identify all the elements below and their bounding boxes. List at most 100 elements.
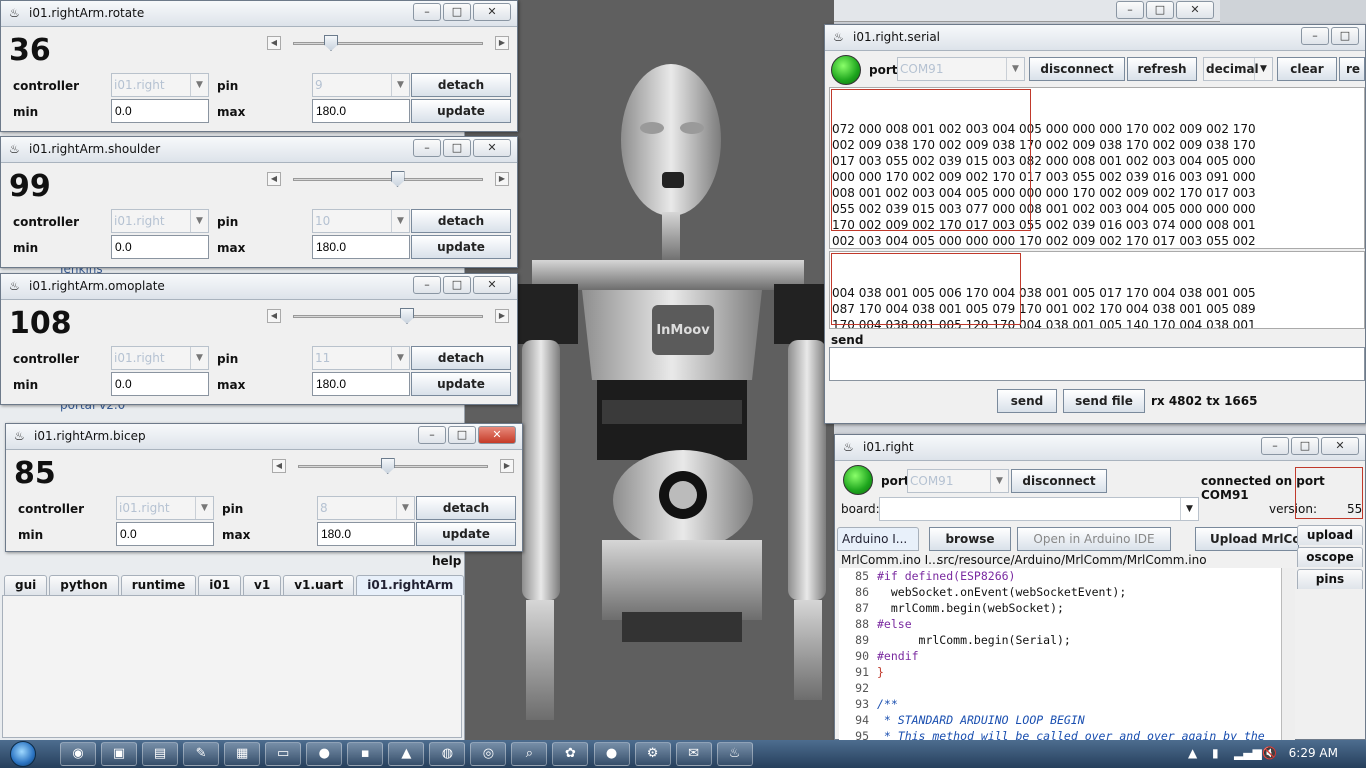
outlook-icon[interactable]: ✉ [675, 742, 712, 766]
detach-button[interactable]: detach [416, 496, 516, 520]
tab-upload[interactable]: upload [1297, 525, 1363, 545]
pin-select[interactable]: 9 ▼ [312, 73, 410, 97]
controller-select[interactable]: i01.right ▼ [111, 73, 209, 97]
minimize-icon[interactable]: – [1261, 437, 1289, 455]
tab-arduino[interactable]: Arduino I... [837, 527, 919, 551]
battery-icon[interactable]: ▮ [1212, 746, 1219, 760]
servo-position-slider[interactable]: ◀ ▶ [267, 34, 509, 52]
servo-position-slider[interactable]: ◀ ▶ [272, 457, 514, 475]
tab-i01[interactable]: i01 [198, 575, 242, 595]
max-input[interactable] [312, 372, 410, 396]
globe-icon[interactable]: ◍ [429, 742, 466, 766]
pin-select[interactable]: 11 ▼ [312, 346, 410, 370]
tab-gui[interactable]: gui [4, 575, 48, 595]
servo-window-titlebar[interactable]: ♨ i01.rightArm.rotate – □ ✕ [1, 1, 517, 27]
tab-v1[interactable]: v1 [243, 575, 282, 595]
update-button[interactable]: update [411, 99, 511, 123]
servo-position-slider[interactable]: ◀ ▶ [267, 307, 509, 325]
open-arduino-ide-button[interactable]: Open in Arduino IDE [1017, 527, 1171, 551]
port-select[interactable]: COM91 ▼ [897, 57, 1025, 81]
servo-window-titlebar[interactable]: ♨ i01.rightArm.omoplate – □ ✕ [1, 274, 517, 300]
tx-data-area[interactable]: 004 038 001 005 006 170 004 038 001 005 … [829, 251, 1365, 329]
slider-thumb[interactable] [380, 458, 395, 474]
min-input[interactable] [111, 372, 209, 396]
close-icon[interactable]: ✕ [478, 426, 516, 444]
servo-position-slider[interactable]: ◀ ▶ [267, 170, 509, 188]
gear-icon[interactable]: ⚙ [634, 742, 671, 766]
clear-button[interactable]: clear [1277, 57, 1337, 81]
disconnect-button[interactable]: disconnect [1011, 469, 1107, 493]
send-button[interactable]: send [997, 389, 1057, 413]
max-input[interactable] [312, 235, 410, 259]
terminal-icon[interactable]: ▦ [224, 742, 261, 766]
max-input[interactable] [312, 99, 410, 123]
help-label[interactable]: help [432, 554, 461, 568]
folder-icon[interactable]: ▣ [101, 742, 138, 766]
controller-select[interactable]: i01.right ▼ [116, 496, 214, 520]
detach-button[interactable]: detach [411, 209, 511, 233]
send-input[interactable] [829, 347, 1365, 381]
signal-icon[interactable]: ▂▄▆ [1234, 746, 1262, 760]
tab-oscope[interactable]: oscope [1297, 547, 1363, 567]
close-icon[interactable]: ✕ [473, 139, 511, 157]
binoculars-icon[interactable]: ▲ [388, 742, 425, 766]
volume-icon[interactable]: 🔇 [1262, 746, 1277, 760]
port-select[interactable]: COM91 ▼ [907, 469, 1009, 493]
tab-python[interactable]: python [49, 575, 119, 595]
minimize-icon[interactable]: – [1301, 27, 1329, 45]
detach-button[interactable]: detach [411, 346, 511, 370]
chat-icon[interactable]: ● [593, 742, 630, 766]
minimize-icon[interactable]: – [1116, 1, 1144, 19]
refresh-button[interactable]: refresh [1127, 57, 1197, 81]
slider-right-arrow-icon[interactable]: ▶ [495, 172, 509, 186]
slider-thumb[interactable] [400, 308, 414, 324]
disconnect-button[interactable]: disconnect [1029, 57, 1125, 81]
minimize-icon[interactable]: – [413, 3, 441, 21]
update-button[interactable]: update [411, 235, 511, 259]
maximize-icon[interactable]: □ [1146, 1, 1174, 19]
maximize-icon[interactable]: □ [443, 3, 471, 21]
maximize-icon[interactable]: □ [443, 139, 471, 157]
code-editor[interactable]: 85 #if defined(ESP8266) 86 webSocket.onEve… [839, 568, 1283, 740]
slider-right-arrow-icon[interactable]: ▶ [500, 459, 514, 473]
close-icon[interactable]: ✕ [1321, 437, 1359, 455]
notepad-icon[interactable]: ✎ [183, 742, 220, 766]
min-input[interactable] [116, 522, 214, 546]
close-icon[interactable]: ✕ [1176, 1, 1214, 19]
servo-window-titlebar[interactable]: ♨ i01.rightArm.bicep – □ ✕ [6, 424, 522, 450]
upload-mrlcomm-button[interactable]: Upload MrlCom [1195, 527, 1299, 551]
slider-left-arrow-icon[interactable]: ◀ [267, 172, 281, 186]
minimize-icon[interactable]: – [413, 276, 441, 294]
maximize-icon[interactable]: □ [1291, 437, 1319, 455]
rx-data-area[interactable]: 072 000 008 001 002 003 004 005 000 000 … [829, 87, 1365, 249]
clock[interactable]: 6:29 AM [1289, 746, 1338, 760]
close-icon[interactable]: ✕ [473, 3, 511, 21]
detach-button[interactable]: detach [411, 73, 511, 97]
slider-right-arrow-icon[interactable]: ▶ [495, 309, 509, 323]
pin-select[interactable]: 8 ▼ [317, 496, 415, 520]
browse-button[interactable]: browse [929, 527, 1011, 551]
paint-icon[interactable]: ✿ [552, 742, 589, 766]
network-icon[interactable]: ◎ [470, 742, 507, 766]
tab-v1-uart[interactable]: v1.uart [283, 575, 355, 595]
tab-i01-rightarm[interactable]: i01.rightArm [356, 575, 465, 595]
arduino-window-titlebar[interactable]: ♨ i01.right – □ ✕ [835, 435, 1365, 461]
explorer-icon[interactable]: ▤ [142, 742, 179, 766]
min-input[interactable] [111, 99, 209, 123]
pin-select[interactable]: 10 ▼ [312, 209, 410, 233]
close-icon[interactable]: ✕ [473, 276, 511, 294]
cmd-icon[interactable]: ▪ [347, 742, 384, 766]
format-select[interactable]: decimal ▼ [1203, 57, 1273, 81]
java-icon[interactable]: ♨ [716, 742, 753, 766]
maximize-icon[interactable]: □ [1331, 27, 1359, 45]
code-scrollbar[interactable] [1281, 568, 1295, 740]
min-input[interactable] [111, 235, 209, 259]
max-input[interactable] [317, 522, 415, 546]
slider-left-arrow-icon[interactable]: ◀ [267, 36, 281, 50]
board-select[interactable]: ▼ [879, 497, 1199, 521]
servo-window-titlebar[interactable]: ♨ i01.rightArm.shoulder – □ ✕ [1, 137, 517, 163]
tab-pins[interactable]: pins [1297, 569, 1363, 589]
update-button[interactable]: update [411, 372, 511, 396]
maximize-icon[interactable]: □ [448, 426, 476, 444]
update-button[interactable]: update [416, 522, 516, 546]
